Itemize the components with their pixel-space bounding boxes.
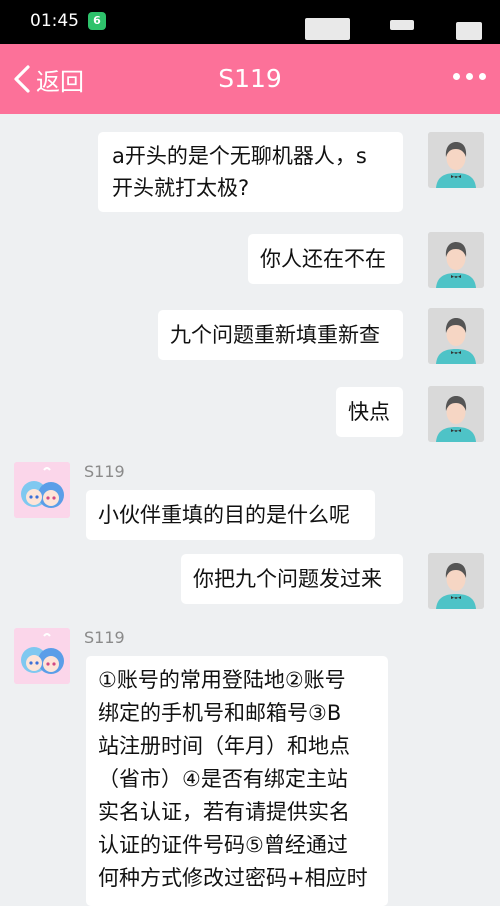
message-bubble-outgoing[interactable]: a开头的是个无聊机器人，s 开头就打太极?: [98, 132, 403, 212]
notification-app-icon: 6: [88, 12, 106, 30]
message-bubble-outgoing[interactable]: 快点: [336, 387, 403, 437]
message-list[interactable]: a开头的是个无聊机器人，s 开头就打太极? 你人还在不在 九个问题重新填重新查: [0, 114, 500, 906]
sender-name: S119: [84, 462, 125, 481]
bot-avatar[interactable]: [14, 462, 70, 518]
user-avatar[interactable]: [428, 308, 484, 364]
dot-icon: [466, 73, 473, 80]
more-options-button[interactable]: [453, 73, 486, 80]
status-bar: 01:45 6: [0, 0, 500, 44]
battery-icon: [456, 22, 482, 40]
user-avatar[interactable]: [428, 232, 484, 288]
bot-avatar[interactable]: [14, 628, 70, 684]
signal-icon: [305, 18, 350, 40]
message-bubble-incoming[interactable]: ①账号的常用登陆地②账号 绑定的手机号和邮箱号③B 站注册时间（年月）和地点 （…: [86, 656, 388, 906]
user-avatar[interactable]: [428, 132, 484, 188]
dot-icon: [479, 73, 486, 80]
chat-header: 返回 S119: [0, 44, 500, 114]
user-avatar[interactable]: [428, 386, 484, 442]
message-bubble-outgoing[interactable]: 你人还在不在: [248, 234, 403, 284]
message-bubble-outgoing[interactable]: 九个问题重新填重新查: [158, 310, 403, 360]
user-avatar[interactable]: [428, 553, 484, 609]
sender-name: S119: [84, 628, 125, 647]
message-bubble-outgoing[interactable]: 你把九个问题发过来: [181, 554, 403, 604]
message-bubble-incoming[interactable]: 小伙伴重填的目的是什么呢: [86, 490, 375, 540]
wifi-icon: [390, 20, 414, 30]
dot-icon: [453, 73, 460, 80]
chat-title: S119: [218, 64, 282, 93]
status-time: 01:45: [30, 11, 79, 31]
